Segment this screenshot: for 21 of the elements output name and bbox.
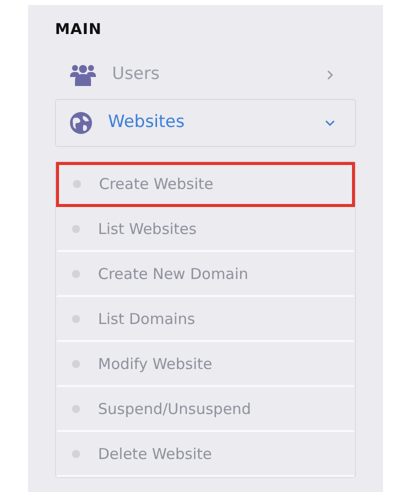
submenu-item[interactable]: Modify Website xyxy=(56,342,355,386)
dot-icon xyxy=(72,270,80,278)
dot-icon xyxy=(72,405,80,413)
submenu-item[interactable]: Create Website xyxy=(56,162,355,206)
chevron-icon xyxy=(325,118,335,128)
submenu-item[interactable]: Suspend/Unsuspend xyxy=(56,386,355,432)
dot-icon xyxy=(73,180,81,188)
dot-icon xyxy=(72,225,80,233)
submenu-item[interactable]: List Domains xyxy=(56,296,355,342)
dot-icon xyxy=(72,360,80,368)
submenu-item[interactable]: Create New Domain xyxy=(56,252,355,296)
section-title: MAIN xyxy=(55,19,102,40)
dot-icon xyxy=(72,450,80,458)
users-icon xyxy=(70,64,96,86)
submenu-item[interactable]: List Websites xyxy=(56,206,355,252)
menu-item[interactable]: Users xyxy=(55,50,356,98)
dot-icon xyxy=(72,315,80,323)
menu-item[interactable]: Websites xyxy=(55,98,356,146)
globe-icon xyxy=(70,112,92,134)
chevron-icon xyxy=(325,70,335,80)
submenu-item[interactable]: Delete Website xyxy=(56,432,355,476)
